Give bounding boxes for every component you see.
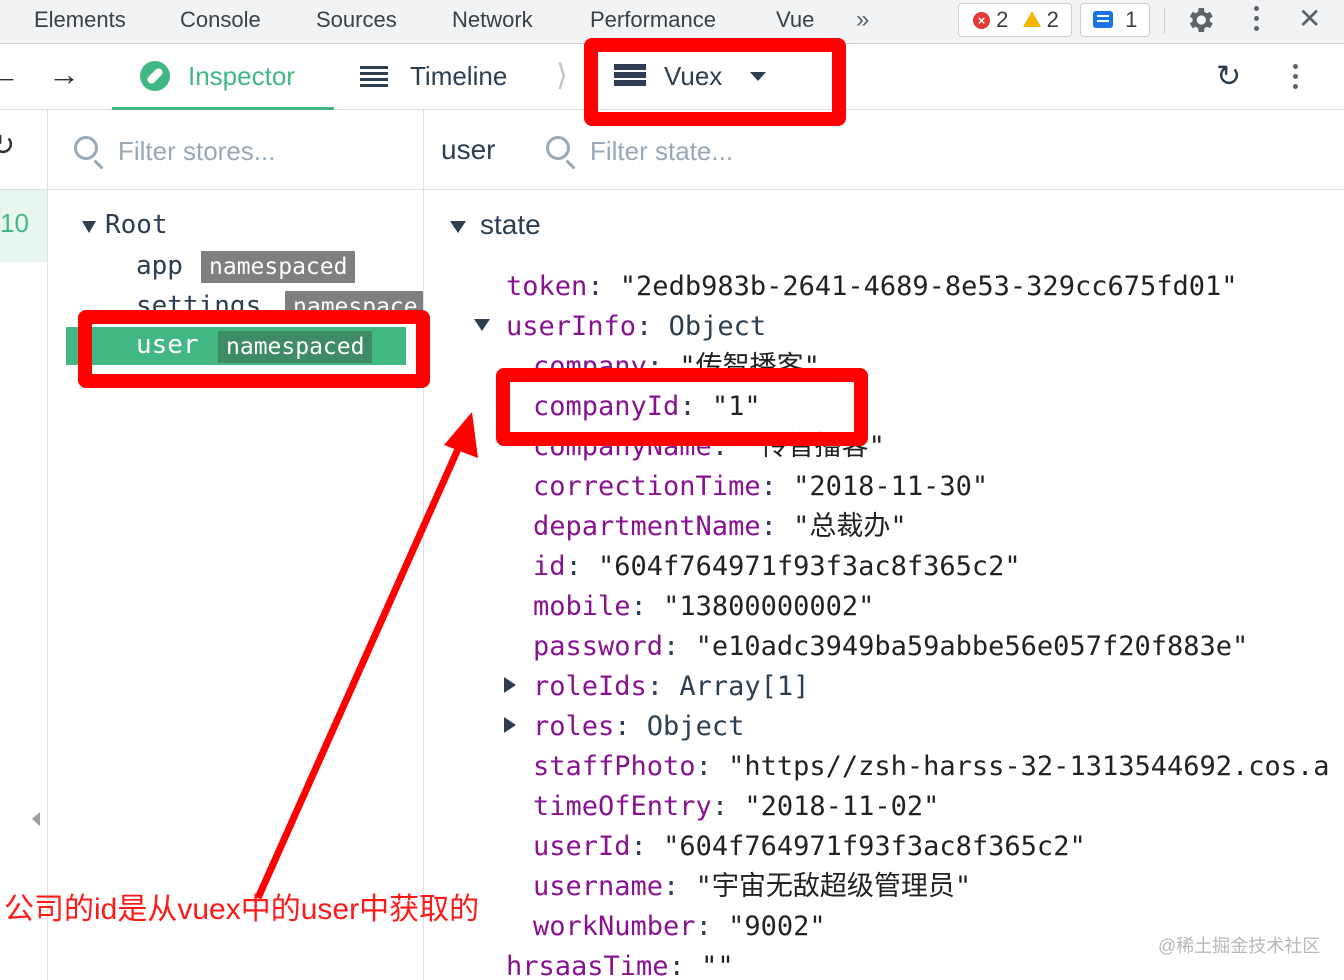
field-value: "总裁办": [793, 511, 907, 542]
userinfo-field[interactable]: departmentName: "总裁办": [533, 510, 907, 544]
warning-icon: [1022, 11, 1041, 27]
field-key: staffPhoto: [533, 751, 696, 782]
field-value: "": [701, 951, 734, 980]
userinfo-field[interactable]: username: "宇宙无敌超级管理员": [533, 870, 971, 904]
message-icon: [1093, 11, 1113, 28]
warning-count: 2: [1046, 7, 1059, 32]
annotation-box-user-module: [78, 310, 430, 388]
field-key: username: [533, 871, 664, 902]
watermark: @稀土掘金技术社区: [1158, 936, 1321, 956]
field-value: "https//zsh-harss-32-1313544692.cos.a: [728, 751, 1330, 782]
field-value: "2edb983b-2641-4689-8e53-329cc675fd01": [619, 271, 1238, 302]
state-field-hrsaastime[interactable]: hrsaasTime: "": [506, 950, 734, 980]
field-key: workNumber: [533, 911, 696, 942]
tab-timeline[interactable]: Timeline: [410, 44, 507, 108]
userinfo-field[interactable]: staffPhoto: "https//zsh-harss-32-1313544…: [533, 750, 1330, 784]
caret-down-icon[interactable]: [82, 221, 96, 233]
more-options-icon[interactable]: [1293, 64, 1299, 94]
field-key: roleIds: [533, 671, 647, 702]
tab-inspector[interactable]: Inspector: [112, 44, 334, 110]
error-icon: ×: [973, 12, 990, 29]
field-value: "宇宙无敌超级管理员": [695, 871, 972, 902]
userinfo-field[interactable]: password: "e10adc3949ba59abbe56e057f20f8…: [533, 630, 1248, 664]
userinfo-field[interactable]: roleIds: Array[1]: [533, 670, 809, 704]
annotation-box-vuex: [584, 38, 846, 126]
field-key: id: [533, 551, 566, 582]
field-value: "9002": [728, 911, 826, 942]
userinfo-field[interactable]: mobile: "13800000002": [533, 590, 874, 624]
gear-icon[interactable]: [1184, 4, 1216, 36]
field-key: timeOfEntry: [533, 791, 712, 822]
forward-arrow-icon[interactable]: →: [48, 52, 80, 96]
userinfo-field[interactable]: workNumber: "9002": [533, 910, 826, 944]
tab-elements[interactable]: Elements: [34, 0, 126, 44]
refresh-icon[interactable]: ↻: [1216, 62, 1241, 92]
issues-counter-button[interactable]: × 2 2: [958, 3, 1072, 37]
field-key: mobile: [533, 591, 631, 622]
store-tree: Root app namespaced settings namespace u…: [48, 190, 423, 980]
search-icon: [74, 136, 98, 160]
field-value: Object: [668, 311, 767, 342]
field-key: token: [506, 271, 588, 302]
filter-stores-input[interactable]: [116, 130, 410, 172]
field-key: userInfo: [506, 311, 637, 342]
collapse-panel-icon[interactable]: [32, 812, 40, 826]
refresh-store-icon[interactable]: ↻: [0, 124, 15, 168]
field-value: "604f764971f93f3ac8f365c2": [598, 551, 1021, 582]
gutter-line-number: 10: [0, 208, 29, 238]
userinfo-field[interactable]: timeOfEntry: "2018-11-02": [533, 790, 939, 824]
field-key: password: [533, 631, 664, 662]
field-value: "604f764971f93f3ac8f365c2": [663, 831, 1086, 862]
back-arrow-icon[interactable]: ←: [0, 52, 20, 96]
tree-root[interactable]: Root: [105, 210, 168, 240]
annotation-box-companyid: [496, 368, 868, 446]
userinfo-field[interactable]: id: "604f764971f93f3ac8f365c2": [533, 550, 1021, 584]
column-divider: [423, 110, 424, 190]
userinfo-field[interactable]: userId: "604f764971f93f3ac8f365c2": [533, 830, 1086, 864]
field-value: "e10adc3949ba59abbe56e057f20f883e": [695, 631, 1249, 662]
field-value: "2018-11-02": [744, 791, 940, 822]
state-field-userinfo[interactable]: userInfo: Object: [506, 310, 766, 344]
state-field-token[interactable]: token: "2edb983b-2641-4689-8e53-329cc675…: [506, 270, 1238, 304]
userinfo-field[interactable]: correctionTime: "2018-11-30": [533, 470, 988, 504]
field-value: "13800000002": [663, 591, 875, 622]
field-key: hrsaasTime: [506, 951, 669, 980]
state-inspector: state token: "2edb983b-2641-4689-8e53-32…: [424, 190, 1344, 980]
tab-sources[interactable]: Sources: [316, 0, 397, 44]
messages-counter-button[interactable]: 1: [1080, 3, 1150, 37]
timeline-icon: [360, 66, 388, 88]
customize-devtools-menu-icon[interactable]: [1254, 6, 1260, 36]
field-key: departmentName: [533, 511, 761, 542]
tab-console[interactable]: Console: [180, 0, 261, 44]
field-value: Array[1]: [679, 671, 810, 702]
close-devtools-button[interactable]: ✕: [1298, 2, 1321, 36]
message-count: 1: [1125, 7, 1138, 32]
tab-network[interactable]: Network: [452, 0, 533, 44]
tab-timeline-label: Timeline: [410, 61, 508, 91]
error-count: 2: [996, 7, 1009, 32]
state-section-label: state: [480, 209, 541, 240]
caret-down-icon[interactable]: [474, 319, 490, 331]
caret-right-icon[interactable]: [504, 677, 516, 693]
namespaced-badge: namespaced: [201, 251, 356, 283]
field-key: correctionTime: [533, 471, 761, 502]
tree-module-app[interactable]: app: [136, 251, 183, 281]
caret-down-icon[interactable]: [450, 221, 466, 233]
chevron-right-icon: ⟩: [556, 59, 568, 92]
annotation-text: 公司的id是从vuex中的user中获取的: [4, 893, 480, 926]
column-divider: [47, 110, 48, 190]
field-value: "2018-11-30": [793, 471, 989, 502]
field-value: Object: [646, 711, 745, 742]
search-icon: [546, 136, 570, 160]
field-key: userId: [533, 831, 631, 862]
filter-state-input[interactable]: [588, 130, 992, 172]
tab-inspector-label: Inspector: [188, 61, 295, 91]
more-tabs-button[interactable]: »: [856, 0, 869, 40]
toolbar-divider: [1164, 8, 1165, 34]
state-module-title: user: [441, 134, 496, 165]
userinfo-field[interactable]: roles: Object: [533, 710, 744, 744]
field-key: roles: [533, 711, 615, 742]
caret-right-icon[interactable]: [504, 717, 516, 733]
